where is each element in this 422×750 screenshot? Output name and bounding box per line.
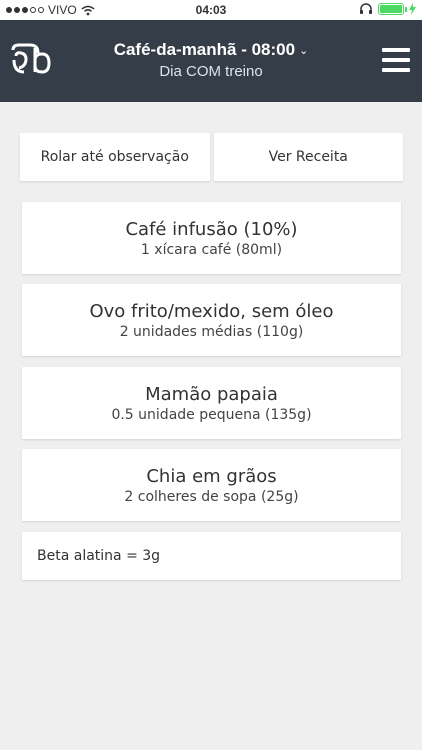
status-bar: VIVO 04:03: [0, 0, 422, 20]
headphones-icon: [360, 3, 372, 14]
battery-fill: [380, 5, 402, 13]
meal-selector[interactable]: Café-da-manhã - 08:00 ⌄ Dia COM treino: [80, 40, 342, 80]
food-name: Café infusão (10%): [125, 218, 298, 240]
scroll-to-note-button[interactable]: Rolar até observação: [20, 133, 210, 181]
charging-bolt-icon: [409, 3, 416, 15]
food-quantity: 0.5 unidade pequena (135g): [111, 406, 312, 423]
app-header: Café-da-manhã - 08:00 ⌄ Dia COM treino: [0, 20, 422, 102]
food-item-card[interactable]: Café infusão (10%) 1 xícara café (80ml): [22, 202, 401, 274]
food-item-card[interactable]: Chia em grãos 2 colheres de sopa (25g): [22, 449, 401, 521]
battery-icon: [378, 3, 407, 15]
chevron-down-icon: ⌄: [299, 44, 309, 57]
food-name: Chia em grãos: [146, 465, 277, 487]
food-quantity: 2 colheres de sopa (25g): [124, 488, 299, 505]
menu-bar: [382, 48, 410, 52]
food-quantity: 2 unidades médias (110g): [119, 323, 304, 340]
day-type-label: Dia COM treino: [159, 63, 263, 80]
battery-tip: [405, 7, 407, 12]
food-item-card[interactable]: Ovo frito/mexido, sem óleo 2 unidades mé…: [22, 284, 401, 356]
food-quantity: 1 xícara café (80ml): [140, 241, 283, 258]
action-buttons: Rolar até observação Ver Receita: [20, 133, 403, 181]
view-recipe-button[interactable]: Ver Receita: [213, 133, 403, 181]
food-name: Ovo frito/mexido, sem óleo: [89, 300, 334, 322]
meal-observation-note: Beta alatina = 3g: [22, 532, 401, 580]
meal-title[interactable]: Café-da-manhã - 08:00 ⌄: [114, 40, 309, 60]
food-item-card[interactable]: Mamão papaia 0.5 unidade pequena (135g): [22, 367, 401, 439]
food-name: Mamão papaia: [145, 383, 278, 405]
meal-title-text: Café-da-manhã - 08:00: [113, 40, 296, 59]
menu-bar: [382, 68, 410, 72]
status-right: [359, 3, 416, 15]
hamburger-menu-icon[interactable]: [382, 48, 410, 72]
app-logo-icon[interactable]: [10, 42, 52, 78]
menu-bar: [382, 58, 410, 62]
